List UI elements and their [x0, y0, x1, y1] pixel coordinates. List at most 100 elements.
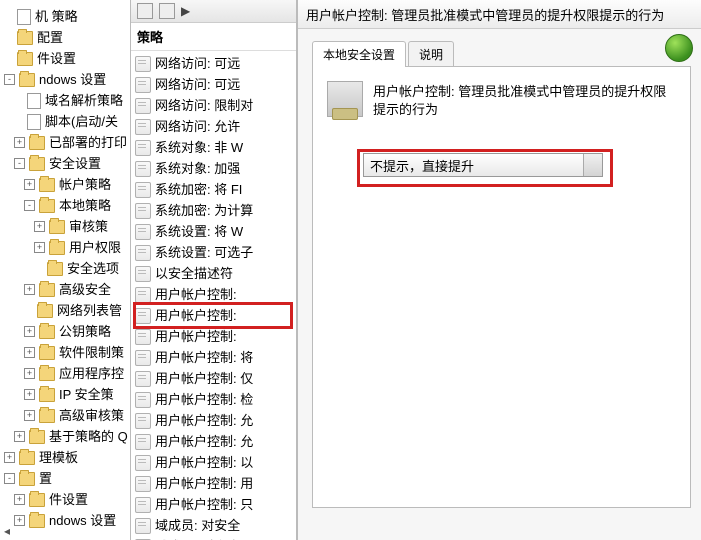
expand-icon[interactable]: +: [24, 410, 35, 421]
list-item-label: 域成员: 对安全: [155, 516, 240, 535]
tree-item[interactable]: +ndows 设置: [0, 510, 130, 531]
tree-item[interactable]: +帐户策略: [0, 174, 130, 195]
tree-item[interactable]: -置: [0, 468, 130, 489]
tree-item[interactable]: -ndows 设置: [0, 69, 130, 90]
tree-item[interactable]: 网络列表管: [0, 300, 130, 321]
toolbar-icon[interactable]: [159, 3, 175, 19]
tree-item[interactable]: + 审核策: [0, 216, 130, 237]
list-item[interactable]: 用户帐户控制: 允: [131, 431, 296, 452]
page-icon: [27, 93, 41, 109]
tree-item-label: 脚本(启动/关: [45, 112, 118, 131]
tree-item-label: 公钥策略: [59, 322, 111, 341]
tree-item[interactable]: +应用程序控: [0, 363, 130, 384]
expand-icon[interactable]: +: [24, 179, 35, 190]
list-item[interactable]: 网络访问: 允许: [131, 116, 296, 137]
tree-item[interactable]: + IP 安全策: [0, 384, 130, 405]
list-item[interactable]: 系统设置: 可选子: [131, 242, 296, 263]
expand-icon[interactable]: +: [4, 452, 15, 463]
expand-icon[interactable]: +: [14, 137, 25, 148]
toggle-blank: [14, 96, 23, 105]
toolbar-icon[interactable]: [137, 3, 153, 19]
shield-icon: [665, 34, 693, 62]
list-item[interactable]: 网络访问: 可远: [131, 53, 296, 74]
tree-item-label: 审核策: [69, 217, 108, 236]
list-item[interactable]: 用户帐户控制: 以: [131, 452, 296, 473]
tree-item-label: 件设置: [37, 49, 76, 68]
tree-item[interactable]: + 理模板: [0, 447, 130, 468]
folder-icon: [39, 178, 55, 192]
list-item[interactable]: 用户帐户控制:: [131, 305, 296, 326]
list-column-header[interactable]: 策略: [131, 23, 296, 51]
expand-icon[interactable]: +: [14, 515, 25, 526]
expand-icon[interactable]: +: [34, 221, 45, 232]
tree-item[interactable]: 配置: [0, 27, 130, 48]
list-item[interactable]: 系统对象: 非 W: [131, 137, 296, 158]
tree-item[interactable]: -本地策略: [0, 195, 130, 216]
tree-item[interactable]: 脚本(启动/关: [0, 111, 130, 132]
policy-item-icon: [135, 434, 151, 450]
folder-icon: [39, 409, 55, 423]
list-item[interactable]: 用户帐户控制: 只: [131, 494, 296, 515]
tab-local-security[interactable]: 本地安全设置: [312, 41, 406, 67]
list-item[interactable]: 系统设置: 将 W: [131, 221, 296, 242]
expand-icon[interactable]: +: [24, 368, 35, 379]
tree-item-label: 理模板: [39, 448, 78, 467]
list-item[interactable]: 用户帐户控制:: [131, 284, 296, 305]
tree-item[interactable]: +高级安全: [0, 279, 130, 300]
tree-item[interactable]: +件设置: [0, 489, 130, 510]
list-item[interactable]: 域成员: 对安全: [131, 515, 296, 536]
expand-icon[interactable]: +: [24, 326, 35, 337]
policy-item-icon: [135, 455, 151, 471]
list-item[interactable]: 以安全描述符: [131, 263, 296, 284]
tree-item[interactable]: 件设置: [0, 48, 130, 69]
tree-item[interactable]: +高级审核策: [0, 405, 130, 426]
tree-item[interactable]: +已部署的打印: [0, 132, 130, 153]
list-item[interactable]: 用户帐户控制: 允: [131, 410, 296, 431]
collapse-icon[interactable]: -: [24, 200, 35, 211]
tree-item-label: 安全设置: [49, 154, 101, 173]
tree-item[interactable]: + 公钥策略: [0, 321, 130, 342]
expand-icon[interactable]: +: [14, 431, 25, 442]
expand-icon[interactable]: +: [24, 389, 35, 400]
list-item[interactable]: 系统加密: 为计算: [131, 200, 296, 221]
tree-item[interactable]: 域名解析策略: [0, 90, 130, 111]
list-item-label: 系统设置: 将 W: [155, 222, 243, 241]
expand-icon[interactable]: +: [34, 242, 45, 253]
expand-icon[interactable]: +: [14, 494, 25, 505]
elevation-behavior-combo[interactable]: 不提示，直接提升: [363, 153, 603, 177]
list-item-label: 用户帐户控制:: [155, 285, 237, 304]
expand-icon[interactable]: +: [24, 347, 35, 358]
folder-icon: [19, 451, 35, 465]
tree-item-label: 域名解析策略: [45, 91, 123, 110]
tree-item[interactable]: +用户权限: [0, 237, 130, 258]
list-item[interactable]: 用户帐户控制:: [131, 326, 296, 347]
toggle-blank: [14, 117, 23, 126]
tab-explain[interactable]: 说明: [408, 41, 454, 67]
tree-item[interactable]: 机 策略: [0, 6, 130, 27]
collapse-icon[interactable]: -: [4, 74, 15, 85]
collapse-icon[interactable]: -: [14, 158, 25, 169]
list-item[interactable]: 网络访问: 可远: [131, 74, 296, 95]
tree-item[interactable]: - 安全设置: [0, 153, 130, 174]
list-item[interactable]: 网络访问: 限制对: [131, 95, 296, 116]
list-item[interactable]: 系统对象: 加强: [131, 158, 296, 179]
list-item[interactable]: 用户帐户控制: 将: [131, 347, 296, 368]
folder-icon: [39, 388, 55, 402]
tree-item[interactable]: 安全选项: [0, 258, 130, 279]
policy-item-icon: [135, 77, 151, 93]
collapse-icon[interactable]: -: [4, 473, 15, 484]
folder-icon: [39, 325, 55, 339]
toolbar-arrow-icon[interactable]: ▶: [181, 4, 190, 18]
tree-item-label: IP 安全策: [59, 385, 114, 404]
expand-icon[interactable]: +: [24, 284, 35, 295]
list-item[interactable]: 用户帐户控制: 检: [131, 389, 296, 410]
list-item[interactable]: 系统加密: 将 FI: [131, 179, 296, 200]
tree-item[interactable]: +软件限制策: [0, 342, 130, 363]
folder-icon: [29, 157, 45, 171]
scroll-left-arrow[interactable]: ◂: [4, 524, 10, 538]
list-item[interactable]: 域成员: 对安全: [131, 536, 296, 540]
folder-icon: [39, 199, 55, 213]
list-item[interactable]: 用户帐户控制: 仅: [131, 368, 296, 389]
list-item[interactable]: 用户帐户控制: 用: [131, 473, 296, 494]
tree-item[interactable]: +基于策略的 Q: [0, 426, 130, 447]
